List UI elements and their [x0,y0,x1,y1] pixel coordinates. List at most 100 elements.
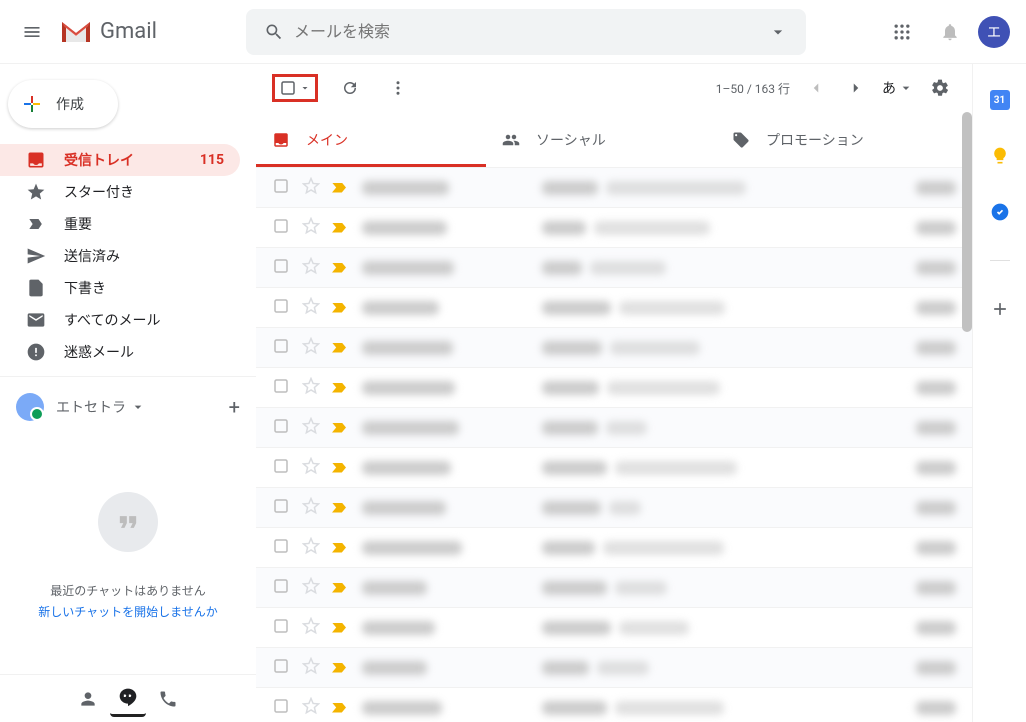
nav-sent[interactable]: 送信済み [0,240,240,272]
footer-phone-button[interactable] [150,681,186,717]
row-importance[interactable] [332,703,352,713]
row-star[interactable] [302,297,322,319]
tasks-icon [990,202,1010,222]
row-checkbox[interactable] [272,497,292,519]
mail-row[interactable] [256,648,972,688]
mail-row[interactable] [256,168,972,208]
row-checkbox[interactable] [272,217,292,239]
settings-button[interactable] [924,72,956,104]
tab-promotions[interactable]: プロモーション [716,112,946,167]
row-checkbox[interactable] [272,177,292,199]
row-star[interactable] [302,577,322,599]
row-checkbox[interactable] [272,617,292,639]
row-importance[interactable] [332,183,352,193]
row-checkbox[interactable] [272,697,292,719]
mail-row[interactable] [256,328,972,368]
hangouts-add-button[interactable]: + [229,395,240,419]
row-importance[interactable] [332,423,352,433]
logo-area[interactable]: Gmail [56,19,236,44]
mail-row[interactable] [256,248,972,288]
mail-row[interactable] [256,288,972,328]
row-star[interactable] [302,657,322,679]
row-importance[interactable] [332,463,352,473]
row-star[interactable] [302,257,322,279]
row-star[interactable] [302,457,322,479]
row-star[interactable] [302,177,322,199]
notifications-button[interactable] [930,12,970,52]
mail-row[interactable] [256,408,972,448]
hangouts-user-row[interactable]: エトセトラ + [0,385,256,429]
main-menu-button[interactable] [8,8,56,56]
row-star[interactable] [302,497,322,519]
row-checkbox[interactable] [272,457,292,479]
row-importance[interactable] [332,583,352,593]
row-star[interactable] [302,417,322,439]
row-star[interactable] [302,537,322,559]
get-addons-button[interactable] [984,293,1016,325]
input-tools-button[interactable]: あ [882,78,914,98]
row-checkbox[interactable] [272,577,292,599]
row-importance[interactable] [332,623,352,633]
compose-button[interactable]: 作成 [8,80,118,128]
row-checkbox[interactable] [272,377,292,399]
prev-page-button[interactable] [800,72,832,104]
row-importance[interactable] [332,303,352,313]
row-star[interactable] [302,617,322,639]
mail-row[interactable] [256,448,972,488]
refresh-button[interactable] [334,72,366,104]
row-importance[interactable] [332,343,352,353]
people-icon [502,131,520,149]
mail-row[interactable] [256,688,972,722]
scrollbar[interactable] [962,112,972,332]
row-importance[interactable] [332,663,352,673]
footer-contacts-button[interactable] [70,681,106,717]
row-importance[interactable] [332,383,352,393]
search-input[interactable] [294,22,758,41]
more-button[interactable] [382,72,414,104]
nav-drafts[interactable]: 下書き [0,272,240,304]
tab-social[interactable]: ソーシャル [486,112,716,167]
row-importance[interactable] [332,503,352,513]
keep-addon-button[interactable] [984,140,1016,172]
mail-row[interactable] [256,488,972,528]
row-importance[interactable] [332,223,352,233]
row-checkbox[interactable] [272,337,292,359]
row-importance[interactable] [332,263,352,273]
next-page-button[interactable] [840,72,872,104]
row-star[interactable] [302,697,322,719]
apps-button[interactable] [882,12,922,52]
nav-label: 下書き [64,278,106,298]
row-checkbox[interactable] [272,257,292,279]
mail-row[interactable] [256,568,972,608]
nav-important[interactable]: 重要 [0,208,240,240]
calendar-addon-button[interactable]: 31 [984,84,1016,116]
footer-hangouts-button[interactable] [110,681,146,717]
app-name: Gmail [100,19,157,44]
nav-allmail[interactable]: すべてのメール [0,304,240,336]
row-subject [542,341,896,355]
search-options-button[interactable] [758,22,798,42]
search-button[interactable] [254,22,294,42]
row-importance[interactable] [332,543,352,553]
hangouts-start-link[interactable]: 新しいチャットを開始しませんか [38,603,218,620]
row-star[interactable] [302,377,322,399]
important-icon [26,214,46,234]
nav-spam[interactable]: 迷惑メール [0,336,240,368]
account-avatar[interactable]: エ [978,16,1010,48]
nav-starred[interactable]: スター付き [0,176,240,208]
mail-row[interactable] [256,208,972,248]
search-bar[interactable] [246,9,806,55]
row-checkbox[interactable] [272,417,292,439]
row-checkbox[interactable] [272,657,292,679]
row-checkbox[interactable] [272,537,292,559]
mail-row[interactable] [256,368,972,408]
row-star[interactable] [302,217,322,239]
mail-row[interactable] [256,608,972,648]
tasks-addon-button[interactable] [984,196,1016,228]
select-all-checkbox[interactable] [272,74,318,102]
row-checkbox[interactable] [272,297,292,319]
nav-inbox[interactable]: 受信トレイ 115 [0,144,240,176]
mail-row[interactable] [256,528,972,568]
tab-primary[interactable]: メイン [256,112,486,167]
row-star[interactable] [302,337,322,359]
